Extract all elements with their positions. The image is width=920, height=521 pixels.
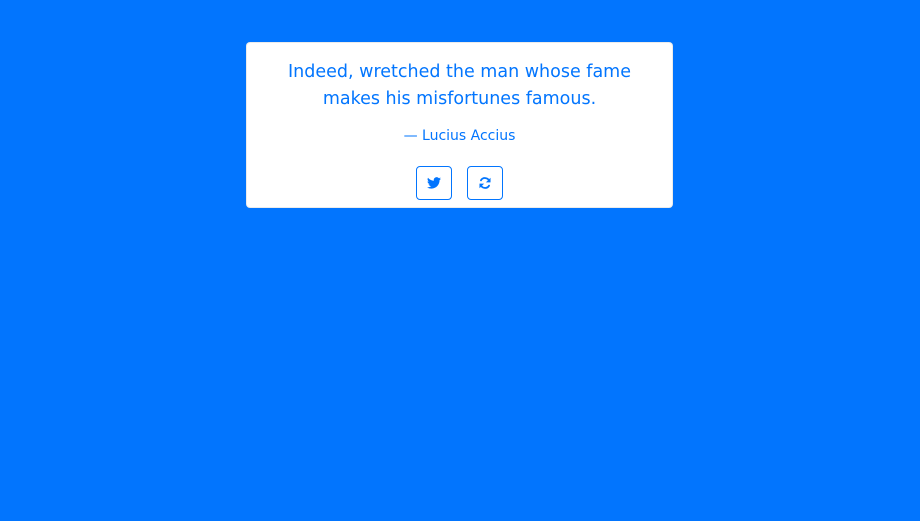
new-quote-button[interactable] xyxy=(467,166,503,200)
quote-card: Indeed, wretched the man whose fame make… xyxy=(246,42,673,208)
tweet-quote-button[interactable] xyxy=(416,166,452,200)
quote-text: Indeed, wretched the man whose fame make… xyxy=(288,62,631,109)
quote-author: — Lucius Accius xyxy=(403,128,516,144)
refresh-icon xyxy=(478,176,492,190)
twitter-icon xyxy=(427,177,441,189)
